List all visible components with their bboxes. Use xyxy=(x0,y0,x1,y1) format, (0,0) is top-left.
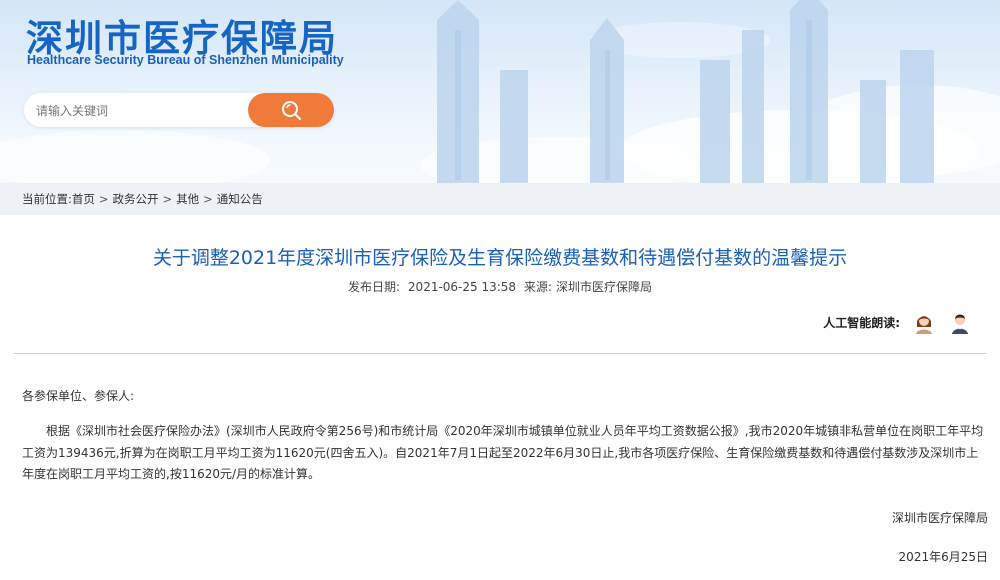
article-title: 关于调整2021年度深圳市医疗保险及生育保险缴费基数和待遇偿付基数的温馨提示 xyxy=(152,247,848,269)
search-input[interactable] xyxy=(34,93,248,129)
publish-date: 2021-06-25 13:58 xyxy=(407,280,517,294)
breadcrumb-item-home[interactable]: 首页 xyxy=(72,191,95,207)
content-divider xyxy=(14,353,986,354)
publish-date-label: 发布日期: xyxy=(348,280,401,294)
header-banner: 深圳市医疗保障局 Healthcare Security Bureau of S… xyxy=(0,0,1000,183)
breadcrumb-separator: > xyxy=(203,192,213,206)
male-reader-icon[interactable] xyxy=(948,310,972,334)
search-button[interactable] xyxy=(248,93,334,127)
breadcrumb: 当前位置: 首页 > 政务公开 > 其他 > 通知公告 xyxy=(0,183,1000,215)
female-reader-icon[interactable] xyxy=(912,310,936,334)
site-logo-subtitle: Healthcare Security Bureau of Shenzhen M… xyxy=(27,53,344,67)
signature-date: 2021年6月25日 xyxy=(898,550,988,564)
source-label: 来源: xyxy=(523,280,552,294)
ai-reader-label: 人工智能朗读: xyxy=(823,315,900,330)
breadcrumb-separator: > xyxy=(98,192,109,206)
breadcrumb-item-other[interactable]: 其他 xyxy=(176,191,199,207)
signature-org: 深圳市医疗保障局 xyxy=(891,511,988,525)
search-icon xyxy=(282,101,301,120)
breadcrumb-separator: > xyxy=(162,192,173,206)
search-box xyxy=(24,93,334,129)
breadcrumb-item-gov-affairs[interactable]: 政务公开 xyxy=(113,191,159,207)
breadcrumb-label: 当前位置: xyxy=(22,192,72,206)
article-body: 根据《深圳市社会医疗保险办法》(深圳市人民政府令第256号)和市统计局《2020… xyxy=(22,424,984,481)
article-meta: 发布日期: 2021-06-25 13:58 来源: 深圳市医疗保障局 xyxy=(0,278,1000,295)
breadcrumb-item-notices[interactable]: 通知公告 xyxy=(217,191,263,207)
article-salutation: 各参保单位、参保人: xyxy=(22,389,135,403)
ai-reader: 人工智能朗读: xyxy=(823,308,972,336)
source-value: 深圳市医疗保障局 xyxy=(555,280,652,294)
